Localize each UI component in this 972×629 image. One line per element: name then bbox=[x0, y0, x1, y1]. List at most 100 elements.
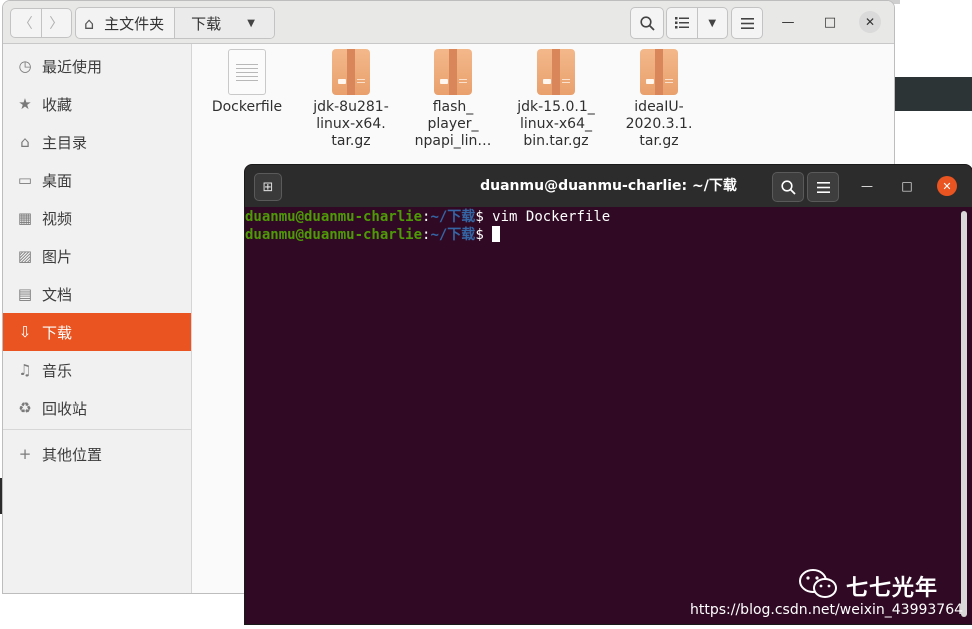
terminal-line: duanmu@duanmu-charlie:~/下载$ bbox=[245, 226, 963, 244]
terminal-close-button[interactable]: ✕ bbox=[937, 176, 957, 196]
sidebar-item-documents[interactable]: ▤ 文档 bbox=[3, 275, 191, 313]
prompt-symbol: $ bbox=[475, 209, 493, 225]
hamburger-menu-icon bbox=[740, 17, 754, 29]
minimize-icon: — bbox=[861, 179, 873, 193]
sidebar-item-label: 其他位置 bbox=[42, 445, 103, 464]
terminal-menu-button[interactable] bbox=[807, 172, 839, 202]
text-file-icon bbox=[228, 49, 266, 95]
close-button[interactable]: ✕ bbox=[859, 11, 881, 33]
prompt-path: ~/下载 bbox=[430, 227, 476, 243]
plus-icon: + bbox=[18, 445, 32, 463]
home-icon: ⌂ bbox=[20, 133, 30, 151]
prompt-user: duanmu@duanmu-charlie bbox=[245, 227, 423, 243]
navigation-buttons: 〈 〉 bbox=[10, 8, 72, 38]
file-name-line: ideaIU- bbox=[634, 99, 684, 115]
chevron-down-icon: ▼ bbox=[708, 17, 717, 29]
home-icon: ⌂ bbox=[84, 13, 95, 33]
sidebar-item-videos[interactable]: ▦ 视频 bbox=[3, 199, 191, 237]
sidebar-item-starred[interactable]: ★ 收藏 bbox=[3, 85, 191, 123]
view-options: ▼ bbox=[666, 7, 728, 39]
file-name-line: player_ bbox=[427, 116, 479, 132]
back-button[interactable]: 〈 bbox=[10, 8, 42, 38]
sidebar-item-label: 文档 bbox=[42, 285, 73, 304]
sidebar-separator bbox=[3, 429, 191, 430]
wechat-logo-icon bbox=[799, 569, 837, 598]
places-sidebar: ◷ 最近使用 ★ 收藏 ⌂ 主目录 ▭ 桌面 ▦ 视频 ▨ 图片 ▤ 文档 ⇩ 下载 ♫ 音乐 ♻… bbox=[3, 44, 192, 593]
path-current-label: 下载 bbox=[191, 14, 222, 33]
minimize-button[interactable]: — bbox=[777, 11, 799, 33]
sidebar-item-music[interactable]: ♫ 音乐 bbox=[3, 351, 191, 389]
sidebar-item-home[interactable]: ⌂ 主目录 bbox=[3, 123, 191, 161]
prompt-path: ~/下载 bbox=[430, 209, 476, 225]
sidebar-item-desktop[interactable]: ▭ 桌面 bbox=[3, 161, 191, 199]
close-icon: ✕ bbox=[864, 15, 876, 29]
list-view-icon bbox=[674, 17, 689, 29]
sidebar-item-label: 视频 bbox=[42, 209, 73, 228]
watermark-url: https://blog.csdn.net/weixin_43993764 bbox=[690, 602, 964, 618]
terminal-search-button[interactable] bbox=[772, 172, 804, 202]
file-name-line: jdk-15.0.1_ bbox=[517, 99, 595, 115]
sidebar-item-downloads[interactable]: ⇩ 下载 bbox=[3, 313, 191, 351]
terminal-minimize-button[interactable]: — bbox=[857, 176, 877, 196]
file-item-dockerfile[interactable]: Dockerfile bbox=[201, 49, 293, 116]
path-bar: ⌂ 主文件夹 下载 ▼ bbox=[75, 7, 275, 39]
sidebar-item-label: 图片 bbox=[42, 247, 73, 266]
prompt-symbol: $ bbox=[475, 227, 493, 243]
search-button[interactable] bbox=[630, 7, 664, 39]
terminal-maximize-button[interactable]: □ bbox=[897, 176, 917, 196]
file-item-ideaiu[interactable]: ideaIU- 2020.3.1. tar.gz bbox=[613, 49, 705, 150]
file-name-line: tar.gz bbox=[331, 133, 371, 149]
forward-button[interactable]: 〉 bbox=[41, 8, 72, 38]
hamburger-menu-icon bbox=[816, 181, 830, 193]
terminal-window: ⊞ duanmu@duanmu-charlie: ~/下载 — □ ✕ duan… bbox=[244, 164, 972, 625]
path-home-button[interactable]: ⌂ 主文件夹 bbox=[76, 8, 176, 38]
sidebar-item-label: 最近使用 bbox=[42, 57, 103, 76]
sidebar-item-other-locations[interactable]: + 其他位置 bbox=[3, 435, 191, 473]
terminal-line: duanmu@duanmu-charlie:~/下载$ vim Dockerfi… bbox=[245, 208, 963, 226]
archive-icon bbox=[434, 49, 472, 95]
sidebar-item-pictures[interactable]: ▨ 图片 bbox=[3, 237, 191, 275]
video-icon: ▦ bbox=[17, 209, 33, 227]
terminal-scrollbar[interactable] bbox=[961, 211, 967, 617]
sidebar-item-recent[interactable]: ◷ 最近使用 bbox=[3, 47, 191, 85]
view-menu-button[interactable]: ▼ bbox=[696, 8, 728, 38]
search-icon bbox=[639, 15, 655, 31]
file-name-line: 2020.3.1. bbox=[625, 116, 693, 132]
maximize-icon: □ bbox=[901, 179, 913, 193]
background-window-fragment bbox=[893, 77, 972, 111]
file-name-line: bin.tar.gz bbox=[523, 133, 589, 149]
file-item-jdk-15[interactable]: jdk-15.0.1_ linux-x64_ bin.tar.gz bbox=[510, 49, 602, 150]
path-home-label: 主文件夹 bbox=[104, 14, 165, 33]
terminal-headerbar: ⊞ duanmu@duanmu-charlie: ~/下载 — □ ✕ bbox=[245, 165, 972, 207]
file-name-line: flash_ bbox=[432, 99, 474, 115]
command-text: vim Dockerfile bbox=[492, 209, 611, 225]
minimize-icon: — bbox=[781, 14, 795, 30]
list-view-button[interactable] bbox=[667, 8, 697, 38]
chevron-left-icon: 〈 bbox=[18, 16, 33, 32]
file-name-line: npapi_lin… bbox=[414, 133, 492, 149]
file-manager-headerbar: 〈 〉 ⌂ 主文件夹 下载 ▼ ▼ — □ ✕ bbox=[3, 1, 894, 44]
maximize-button[interactable]: □ bbox=[819, 11, 841, 33]
sidebar-item-label: 音乐 bbox=[42, 361, 73, 380]
chevron-down-icon: ▼ bbox=[247, 17, 255, 29]
prompt-user: duanmu@duanmu-charlie bbox=[245, 209, 423, 225]
search-icon bbox=[780, 179, 796, 195]
picture-icon: ▨ bbox=[17, 247, 33, 265]
file-item-jdk-8u281[interactable]: jdk-8u281- linux-x64. tar.gz bbox=[305, 49, 397, 150]
archive-icon bbox=[640, 49, 678, 95]
main-menu-button[interactable] bbox=[731, 7, 763, 39]
sidebar-item-trash[interactable]: ♻ 回收站 bbox=[3, 389, 191, 427]
archive-icon bbox=[332, 49, 370, 95]
file-name-line: Dockerfile bbox=[211, 99, 283, 115]
maximize-icon: □ bbox=[823, 14, 837, 30]
file-name-line: linux-x64. bbox=[316, 116, 386, 132]
clock-icon: ◷ bbox=[18, 57, 32, 75]
file-item-flash-player[interactable]: flash_ player_ npapi_lin… bbox=[407, 49, 499, 150]
download-icon: ⇩ bbox=[18, 323, 32, 341]
path-current-button[interactable]: 下载 ▼ bbox=[175, 8, 274, 38]
text-cursor bbox=[492, 226, 501, 242]
sidebar-item-label: 桌面 bbox=[42, 171, 73, 190]
terminal-output[interactable]: duanmu@duanmu-charlie:~/下载$ vim Dockerfi… bbox=[245, 208, 963, 623]
watermark-name: 七七光年 bbox=[846, 576, 939, 601]
sidebar-item-label: 回收站 bbox=[42, 399, 88, 418]
